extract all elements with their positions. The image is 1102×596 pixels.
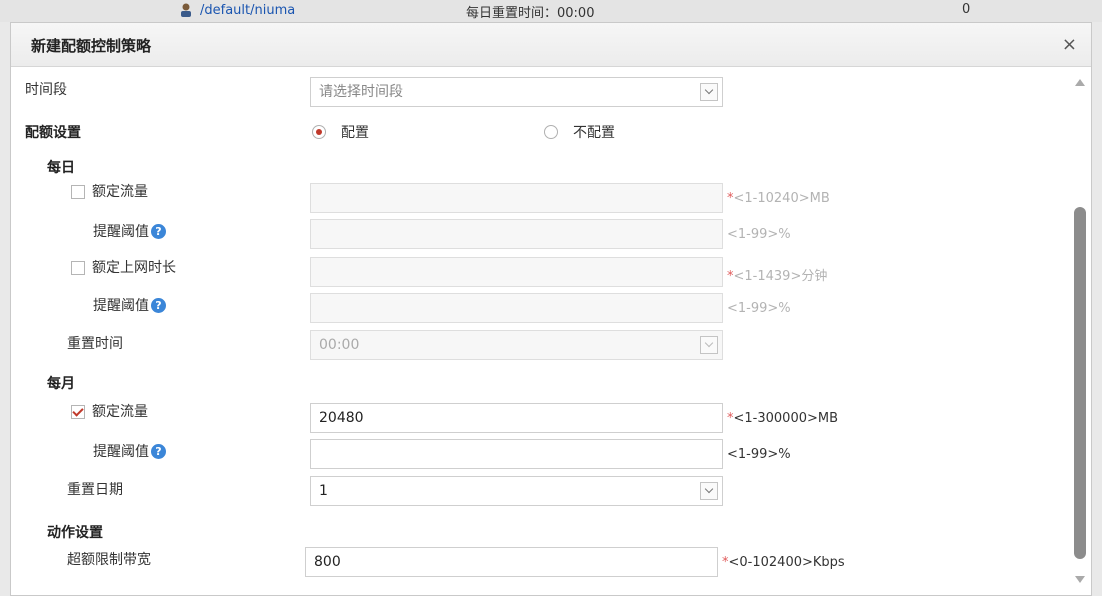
action-section-label: 动作设置 (47, 525, 103, 541)
daily-online-time-hint: *<1-1439>分钟 (727, 269, 828, 284)
monthly-traffic-threshold-hint: <1-99>% (727, 447, 791, 462)
chevron-down-icon (700, 83, 718, 101)
bandwidth-limit-hint: *<0-102400>Kbps (722, 555, 845, 570)
user-path: /default/niuma (200, 2, 296, 18)
dialog-title: 新建配额控制策略 (31, 37, 152, 55)
help-icon[interactable]: ? (151, 224, 166, 239)
monthly-traffic-threshold-input[interactable] (310, 439, 723, 469)
dialog-header: 新建配额控制策略 × (11, 23, 1091, 67)
monthly-traffic-label: 额定流量 (92, 404, 148, 420)
daily-traffic-threshold-input[interactable] (310, 219, 723, 249)
monthly-traffic-threshold-label: 提醒阈值? (93, 441, 166, 461)
dialog-content: 时间段 请选择时间段 配额设置 配置 不配置 每日 额定流量 *<1-10240… (11, 67, 1091, 595)
scroll-up-arrow-icon[interactable] (1075, 79, 1085, 86)
daily-traffic-label: 额定流量 (92, 184, 148, 200)
reset-time-text: 每日重置时间：00:00 (466, 6, 595, 21)
monthly-reset-date-select[interactable]: 1 (310, 476, 723, 506)
close-icon[interactable]: × (1062, 34, 1077, 55)
radio-configure-label[interactable]: 配置 (341, 122, 369, 142)
user-link[interactable]: /default/niuma (178, 2, 295, 18)
monthly-traffic-hint: *<1-300000>MB (727, 411, 839, 426)
time-period-placeholder: 请选择时间段 (319, 84, 403, 100)
monthly-section-label: 每月 (47, 376, 75, 392)
daily-traffic-input[interactable] (310, 183, 723, 213)
daily-online-threshold-input[interactable] (310, 293, 723, 323)
daily-online-time-input[interactable] (310, 257, 723, 287)
monthly-reset-date-label: 重置日期 (67, 482, 123, 498)
daily-traffic-threshold-label: 提醒阈值? (93, 221, 166, 241)
monthly-reset-date-value: 1 (319, 483, 328, 499)
help-icon[interactable]: ? (151, 298, 166, 313)
radio-not-configure-label[interactable]: 不配置 (573, 122, 615, 142)
daily-traffic-checkbox[interactable] (71, 185, 85, 199)
time-period-label: 时间段 (25, 82, 67, 98)
scrollbar-thumb[interactable] (1074, 207, 1086, 559)
scroll-down-arrow-icon[interactable] (1075, 576, 1085, 583)
scrollbar[interactable] (1067, 67, 1091, 595)
help-icon[interactable]: ? (151, 444, 166, 459)
daily-reset-time-label: 重置时间 (67, 336, 123, 352)
daily-traffic-hint: *<1-10240>MB (727, 191, 830, 206)
daily-reset-time-select[interactable]: 00:00 (310, 330, 723, 360)
monthly-traffic-input[interactable]: 20480 (310, 403, 723, 433)
daily-online-threshold-hint: <1-99>% (727, 301, 791, 316)
background-table-row: /default/niuma 每日重置时间：00:00 0 (0, 0, 1102, 22)
daily-online-time-checkbox[interactable] (71, 261, 85, 275)
chevron-down-icon (700, 336, 718, 354)
daily-reset-time-value: 00:00 (319, 337, 360, 353)
radio-configure[interactable] (312, 125, 326, 139)
daily-online-threshold-label: 提醒阈值? (93, 295, 166, 315)
bandwidth-limit-label: 超额限制带宽 (67, 552, 151, 568)
radio-not-configure[interactable] (544, 125, 558, 139)
user-icon (181, 3, 191, 17)
monthly-traffic-checkbox[interactable] (71, 405, 85, 419)
quota-settings-label: 配额设置 (25, 125, 81, 141)
row-count: 0 (962, 2, 971, 17)
daily-online-time-label: 额定上网时长 (92, 260, 176, 276)
daily-section-label: 每日 (47, 160, 75, 176)
quota-policy-dialog: 新建配额控制策略 × 时间段 请选择时间段 配额设置 配置 不配置 每日 额定流… (10, 22, 1092, 596)
bandwidth-limit-input[interactable]: 800 (305, 547, 718, 577)
daily-traffic-threshold-hint: <1-99>% (727, 227, 791, 242)
time-period-select[interactable]: 请选择时间段 (310, 77, 723, 107)
chevron-down-icon (700, 482, 718, 500)
